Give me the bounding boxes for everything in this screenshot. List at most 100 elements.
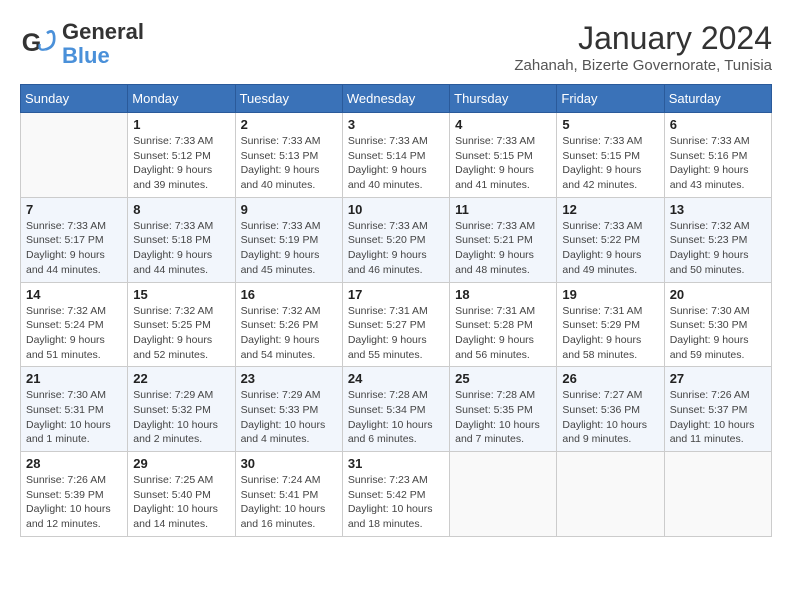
calendar-day-header: Friday (557, 85, 664, 113)
day-info: Sunrise: 7:33 AM Sunset: 5:14 PM Dayligh… (348, 134, 444, 193)
calendar-week-row: 7Sunrise: 7:33 AM Sunset: 5:17 PM Daylig… (21, 197, 772, 282)
day-info: Sunrise: 7:24 AM Sunset: 5:41 PM Dayligh… (241, 473, 337, 532)
calendar-day-cell: 14 Sunrise: 7:32 AM Sunset: 5:24 PM Dayli… (21, 282, 128, 367)
day-info: Sunrise: 7:33 AM Sunset: 5:18 PM Dayligh… (133, 219, 229, 278)
calendar-day-cell: 10 Sunrise: 7:33 AM Sunset: 5:20 PM Dayli… (342, 197, 449, 282)
day-info: Sunrise: 7:23 AM Sunset: 5:42 PM Dayligh… (348, 473, 444, 532)
day-number: 16 (241, 287, 337, 302)
day-info: Sunrise: 7:27 AM Sunset: 5:36 PM Dayligh… (562, 388, 658, 447)
day-number: 24 (348, 371, 444, 386)
calendar-day-cell: 13 Sunrise: 7:32 AM Sunset: 5:23 PM Dayli… (664, 197, 771, 282)
day-number: 18 (455, 287, 551, 302)
day-info: Sunrise: 7:31 AM Sunset: 5:29 PM Dayligh… (562, 304, 658, 363)
day-number: 23 (241, 371, 337, 386)
day-info: Sunrise: 7:30 AM Sunset: 5:31 PM Dayligh… (26, 388, 122, 447)
day-number: 5 (562, 117, 658, 132)
calendar-day-cell: 17 Sunrise: 7:31 AM Sunset: 5:27 PM Dayli… (342, 282, 449, 367)
calendar-day-cell (557, 452, 664, 537)
calendar-day-header: Sunday (21, 85, 128, 113)
main-title: January 2024 (514, 20, 772, 57)
calendar-day-cell: 27 Sunrise: 7:26 AM Sunset: 5:37 PM Dayli… (664, 367, 771, 452)
day-number: 17 (348, 287, 444, 302)
calendar-day-cell: 20 Sunrise: 7:30 AM Sunset: 5:30 PM Dayli… (664, 282, 771, 367)
day-info: Sunrise: 7:26 AM Sunset: 5:37 PM Dayligh… (670, 388, 766, 447)
day-number: 7 (26, 202, 122, 217)
day-info: Sunrise: 7:26 AM Sunset: 5:39 PM Dayligh… (26, 473, 122, 532)
day-info: Sunrise: 7:28 AM Sunset: 5:35 PM Dayligh… (455, 388, 551, 447)
calendar-day-cell: 6Sunrise: 7:33 AM Sunset: 5:16 PM Daylig… (664, 113, 771, 198)
day-info: Sunrise: 7:33 AM Sunset: 5:16 PM Dayligh… (670, 134, 766, 193)
calendar-day-cell: 8Sunrise: 7:33 AM Sunset: 5:18 PM Daylig… (128, 197, 235, 282)
calendar-day-cell (21, 113, 128, 198)
calendar-day-cell: 1Sunrise: 7:33 AM Sunset: 5:12 PM Daylig… (128, 113, 235, 198)
calendar-day-cell: 16Sunrise: 7:32 AM Sunset: 5:26 PM Dayli… (235, 282, 342, 367)
calendar-day-header: Thursday (450, 85, 557, 113)
day-number: 15 (133, 287, 229, 302)
calendar-week-row: 21 Sunrise: 7:30 AM Sunset: 5:31 PM Dayli… (21, 367, 772, 452)
day-number: 4 (455, 117, 551, 132)
day-number: 28 (26, 456, 122, 471)
day-number: 10 (348, 202, 444, 217)
day-number: 9 (241, 202, 337, 217)
day-number: 29 (133, 456, 229, 471)
calendar-day-cell: 5 Sunrise: 7:33 AM Sunset: 5:15 PM Daylig… (557, 113, 664, 198)
day-info: Sunrise: 7:31 AM Sunset: 5:28 PM Dayligh… (455, 304, 551, 363)
day-info: Sunrise: 7:33 AM Sunset: 5:12 PM Dayligh… (133, 134, 229, 193)
day-number: 2 (241, 117, 337, 132)
calendar-day-cell: 4Sunrise: 7:33 AM Sunset: 5:15 PM Daylig… (450, 113, 557, 198)
day-number: 3 (348, 117, 444, 132)
logo-text: GeneralBlue (62, 20, 144, 68)
calendar-day-cell: 9 Sunrise: 7:33 AM Sunset: 5:19 PM Daylig… (235, 197, 342, 282)
calendar-table: SundayMondayTuesdayWednesdayThursdayFrid… (20, 84, 772, 537)
calendar-day-cell: 15 Sunrise: 7:32 AM Sunset: 5:25 PM Dayli… (128, 282, 235, 367)
day-number: 12 (562, 202, 658, 217)
calendar-day-cell: 25 Sunrise: 7:28 AM Sunset: 5:35 PM Dayli… (450, 367, 557, 452)
subtitle: Zahanah, Bizerte Governorate, Tunisia (514, 57, 772, 74)
calendar-day-cell: 24 Sunrise: 7:28 AM Sunset: 5:34 PM Dayli… (342, 367, 449, 452)
title-block: January 2024 Zahanah, Bizerte Governorat… (514, 20, 772, 74)
day-info: Sunrise: 7:28 AM Sunset: 5:34 PM Dayligh… (348, 388, 444, 447)
day-number: 14 (26, 287, 122, 302)
page-header: G GeneralBlue January 2024 Zahanah, Bize… (20, 20, 772, 74)
calendar-day-cell: 29Sunrise: 7:25 AM Sunset: 5:40 PM Dayli… (128, 452, 235, 537)
day-number: 21 (26, 371, 122, 386)
day-number: 31 (348, 456, 444, 471)
day-info: Sunrise: 7:33 AM Sunset: 5:20 PM Dayligh… (348, 219, 444, 278)
calendar-day-header: Tuesday (235, 85, 342, 113)
day-number: 11 (455, 202, 551, 217)
calendar-day-cell: 26 Sunrise: 7:27 AM Sunset: 5:36 PM Dayli… (557, 367, 664, 452)
day-info: Sunrise: 7:32 AM Sunset: 5:24 PM Dayligh… (26, 304, 122, 363)
day-number: 13 (670, 202, 766, 217)
calendar-day-cell: 28 Sunrise: 7:26 AM Sunset: 5:39 PM Dayli… (21, 452, 128, 537)
calendar-day-cell: 7Sunrise: 7:33 AM Sunset: 5:17 PM Daylig… (21, 197, 128, 282)
calendar-day-cell: 19 Sunrise: 7:31 AM Sunset: 5:29 PM Dayli… (557, 282, 664, 367)
svg-text:G: G (22, 29, 42, 57)
day-info: Sunrise: 7:31 AM Sunset: 5:27 PM Dayligh… (348, 304, 444, 363)
calendar-week-row: 14 Sunrise: 7:32 AM Sunset: 5:24 PM Dayli… (21, 282, 772, 367)
calendar-day-cell: 12 Sunrise: 7:33 AM Sunset: 5:22 PM Dayli… (557, 197, 664, 282)
calendar-day-cell: 23Sunrise: 7:29 AM Sunset: 5:33 PM Dayli… (235, 367, 342, 452)
day-number: 27 (670, 371, 766, 386)
day-info: Sunrise: 7:33 AM Sunset: 5:22 PM Dayligh… (562, 219, 658, 278)
day-number: 22 (133, 371, 229, 386)
day-info: Sunrise: 7:33 AM Sunset: 5:15 PM Dayligh… (562, 134, 658, 193)
calendar-day-header: Monday (128, 85, 235, 113)
day-number: 20 (670, 287, 766, 302)
day-info: Sunrise: 7:33 AM Sunset: 5:19 PM Dayligh… (241, 219, 337, 278)
calendar-day-cell: 21 Sunrise: 7:30 AM Sunset: 5:31 PM Dayli… (21, 367, 128, 452)
calendar-day-cell: 18 Sunrise: 7:31 AM Sunset: 5:28 PM Dayli… (450, 282, 557, 367)
day-info: Sunrise: 7:33 AM Sunset: 5:21 PM Dayligh… (455, 219, 551, 278)
calendar-day-cell: 2Sunrise: 7:33 AM Sunset: 5:13 PM Daylig… (235, 113, 342, 198)
day-number: 30 (241, 456, 337, 471)
logo: G GeneralBlue (20, 20, 144, 68)
day-info: Sunrise: 7:30 AM Sunset: 5:30 PM Dayligh… (670, 304, 766, 363)
day-number: 25 (455, 371, 551, 386)
day-number: 26 (562, 371, 658, 386)
calendar-week-row: 28 Sunrise: 7:26 AM Sunset: 5:39 PM Dayli… (21, 452, 772, 537)
calendar-day-cell (664, 452, 771, 537)
calendar-day-cell: 11 Sunrise: 7:33 AM Sunset: 5:21 PM Dayli… (450, 197, 557, 282)
day-info: Sunrise: 7:32 AM Sunset: 5:23 PM Dayligh… (670, 219, 766, 278)
calendar-day-cell: 31 Sunrise: 7:23 AM Sunset: 5:42 PM Dayli… (342, 452, 449, 537)
day-number: 19 (562, 287, 658, 302)
day-info: Sunrise: 7:32 AM Sunset: 5:25 PM Dayligh… (133, 304, 229, 363)
